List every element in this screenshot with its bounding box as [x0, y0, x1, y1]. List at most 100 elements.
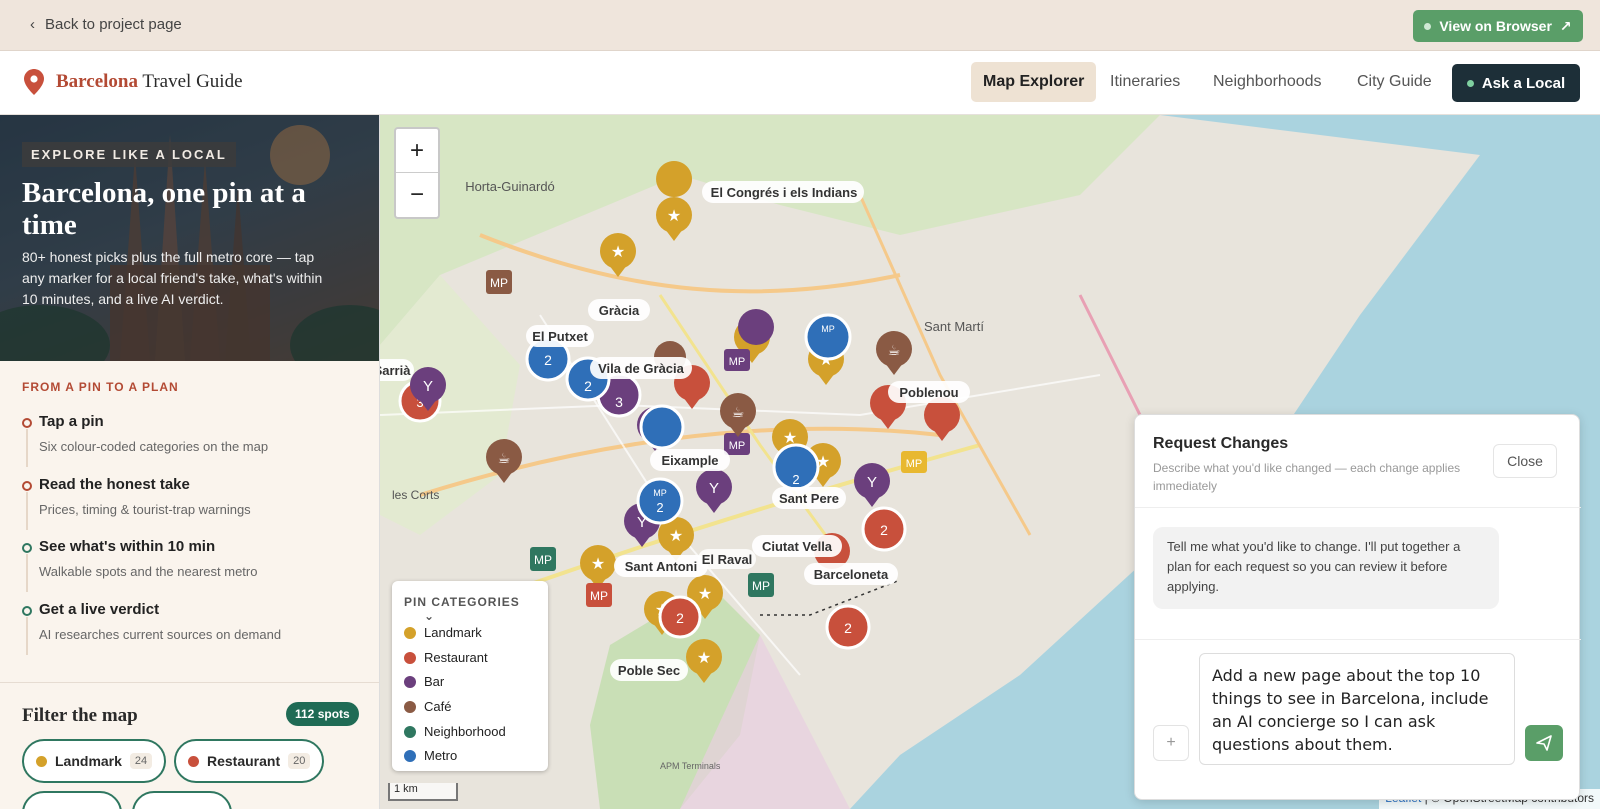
filter-chip-landmark[interactable]: Landmark 24 [22, 739, 167, 783]
place-label: Gràcia [599, 303, 640, 318]
cafe-marker[interactable]: ☕ [486, 439, 522, 483]
nav-city-guide[interactable]: City Guide [1345, 62, 1444, 102]
map-pin-icon [24, 69, 44, 95]
landmark-dot-icon [36, 755, 47, 767]
bar-marker[interactable]: Y [696, 469, 732, 513]
step-desc: Prices, timing & tourist-trap warnings [39, 502, 251, 517]
bar-marker[interactable]: MP [724, 349, 750, 371]
cafe-marker[interactable]: ☕ [720, 393, 756, 437]
zoom-out-button[interactable]: − [396, 173, 438, 217]
svg-text:Y: Y [423, 378, 433, 395]
place-label: Sant Antoni [625, 559, 697, 574]
bar-marker[interactable]: Y [854, 463, 890, 507]
nav-itineraries[interactable]: Itineraries [1098, 62, 1192, 102]
step-desc: Six colour-coded categories on the map [39, 439, 269, 454]
bar-marker[interactable] [738, 309, 774, 345]
message-input[interactable]: Add a new page about the top 10 things t… [1199, 653, 1515, 765]
place-label: El Raval [702, 552, 753, 567]
landmark-marker[interactable]: ★ [600, 233, 636, 277]
place-label: Poblenou [899, 385, 958, 400]
attach-button[interactable]: + [1153, 725, 1189, 761]
svg-text:☕: ☕ [888, 342, 901, 358]
neighborhood-marker[interactable]: MP [748, 573, 774, 597]
legend-title[interactable]: PIN CATEGORIES ⌄ [404, 595, 548, 623]
brand-logo[interactable]: Barcelona Travel Guide [24, 69, 243, 95]
ask-a-local-button[interactable]: Ask a Local [1452, 64, 1580, 102]
restaurant-marker[interactable]: 2 [825, 604, 871, 650]
place-label: Horta-Guinardó [465, 179, 555, 194]
brand-name: Barcelona Travel Guide [56, 71, 243, 93]
chip-count: 20 [288, 753, 311, 769]
landmark-marker[interactable]: ★ [580, 545, 616, 589]
back-link[interactable]: ‹ Back to project page [30, 16, 182, 33]
divider [1135, 507, 1581, 508]
zoom-in-button[interactable]: + [396, 129, 438, 173]
restaurant-marker[interactable]: MP [586, 583, 612, 607]
svg-text:3: 3 [615, 394, 623, 410]
legend-label: Landmark [424, 625, 482, 640]
send-button[interactable] [1525, 725, 1563, 761]
restaurant-marker[interactable]: 2 [658, 595, 702, 639]
svg-text:2: 2 [844, 620, 852, 636]
restaurant-dot-icon [188, 755, 199, 767]
place-label: APM Terminals [660, 761, 721, 771]
metro-marker[interactable]: MP 2 [636, 477, 684, 525]
svg-text:★: ★ [611, 244, 625, 261]
cafe-marker[interactable]: MP [486, 270, 512, 294]
legend-label: Bar [424, 674, 445, 689]
restaurant-marker[interactable]: 2 [861, 506, 907, 552]
svg-text:MP: MP [729, 440, 746, 452]
legend-item: Café [404, 699, 451, 714]
chevron-down-icon[interactable]: ⌄ [424, 609, 435, 623]
restaurant-marker[interactable] [924, 397, 960, 441]
view-on-browser-button[interactable]: View on Browser ↗ [1413, 10, 1583, 42]
legend-item: Neighborhood [404, 724, 506, 739]
filter-title: Filter the map [22, 705, 138, 726]
close-button[interactable]: Close [1493, 444, 1557, 478]
chip-label: Landmark [55, 753, 122, 769]
neighborhood-marker[interactable]: MP [530, 547, 556, 571]
landmark-marker[interactable]: MP [901, 451, 927, 473]
chevron-left-icon: ‹ [30, 16, 35, 33]
hero-banner: EXPLORE LIKE A LOCAL Barcelona, one pin … [0, 115, 379, 361]
filter-chip[interactable] [22, 791, 122, 809]
legend-item: Metro [404, 748, 457, 763]
svg-text:MP: MP [729, 356, 746, 368]
metro-marker[interactable] [639, 404, 685, 450]
landmark-marker[interactable]: ★ [686, 639, 722, 683]
legend-label: Neighborhood [424, 724, 506, 739]
nav-neighborhoods[interactable]: Neighborhoods [1201, 62, 1334, 102]
landmark-marker[interactable]: ★ [656, 161, 693, 241]
filter-chip-restaurant[interactable]: Restaurant 20 [174, 739, 325, 783]
nav-map-explorer[interactable]: Map Explorer [971, 62, 1097, 102]
svg-text:2: 2 [880, 522, 888, 538]
neighborhood-dot-icon [404, 725, 416, 738]
svg-text:★: ★ [667, 208, 681, 225]
cafe-dot-icon [404, 700, 416, 713]
step-title: Read the honest take [39, 476, 190, 493]
metro-marker[interactable]: 2 [772, 443, 820, 491]
cafe-marker[interactable]: ☕ [876, 331, 912, 375]
place-label: El Congrés i els Indians [711, 185, 858, 200]
assistant-message: Tell me what you'd like to change. I'll … [1153, 527, 1499, 609]
bar-marker[interactable]: MP [724, 433, 750, 455]
request-changes-panel: Request Changes Describe what you'd like… [1134, 414, 1581, 800]
plus-icon: + [1166, 734, 1176, 751]
svg-text:2: 2 [584, 378, 592, 394]
legend-label: Café [424, 699, 452, 714]
svg-text:2: 2 [676, 610, 684, 626]
chip-count: 24 [129, 753, 153, 769]
svg-text:MP: MP [821, 324, 835, 334]
svg-text:Y: Y [867, 474, 877, 491]
place-label: Sarrià [380, 363, 411, 378]
status-dot-icon [1466, 79, 1474, 87]
legend-label: Metro [424, 748, 458, 763]
restaurant-dot-icon [404, 651, 416, 664]
hero-description: 80+ honest picks plus the full metro cor… [22, 249, 323, 307]
metro-marker[interactable]: MP [804, 313, 852, 361]
hero-title: Barcelona, one pin at a time [22, 177, 306, 241]
svg-text:2: 2 [544, 352, 552, 368]
view-on-browser-label: View on Browser [1439, 18, 1552, 34]
landmark-dot-icon [404, 626, 416, 639]
filter-chip[interactable] [132, 791, 232, 809]
